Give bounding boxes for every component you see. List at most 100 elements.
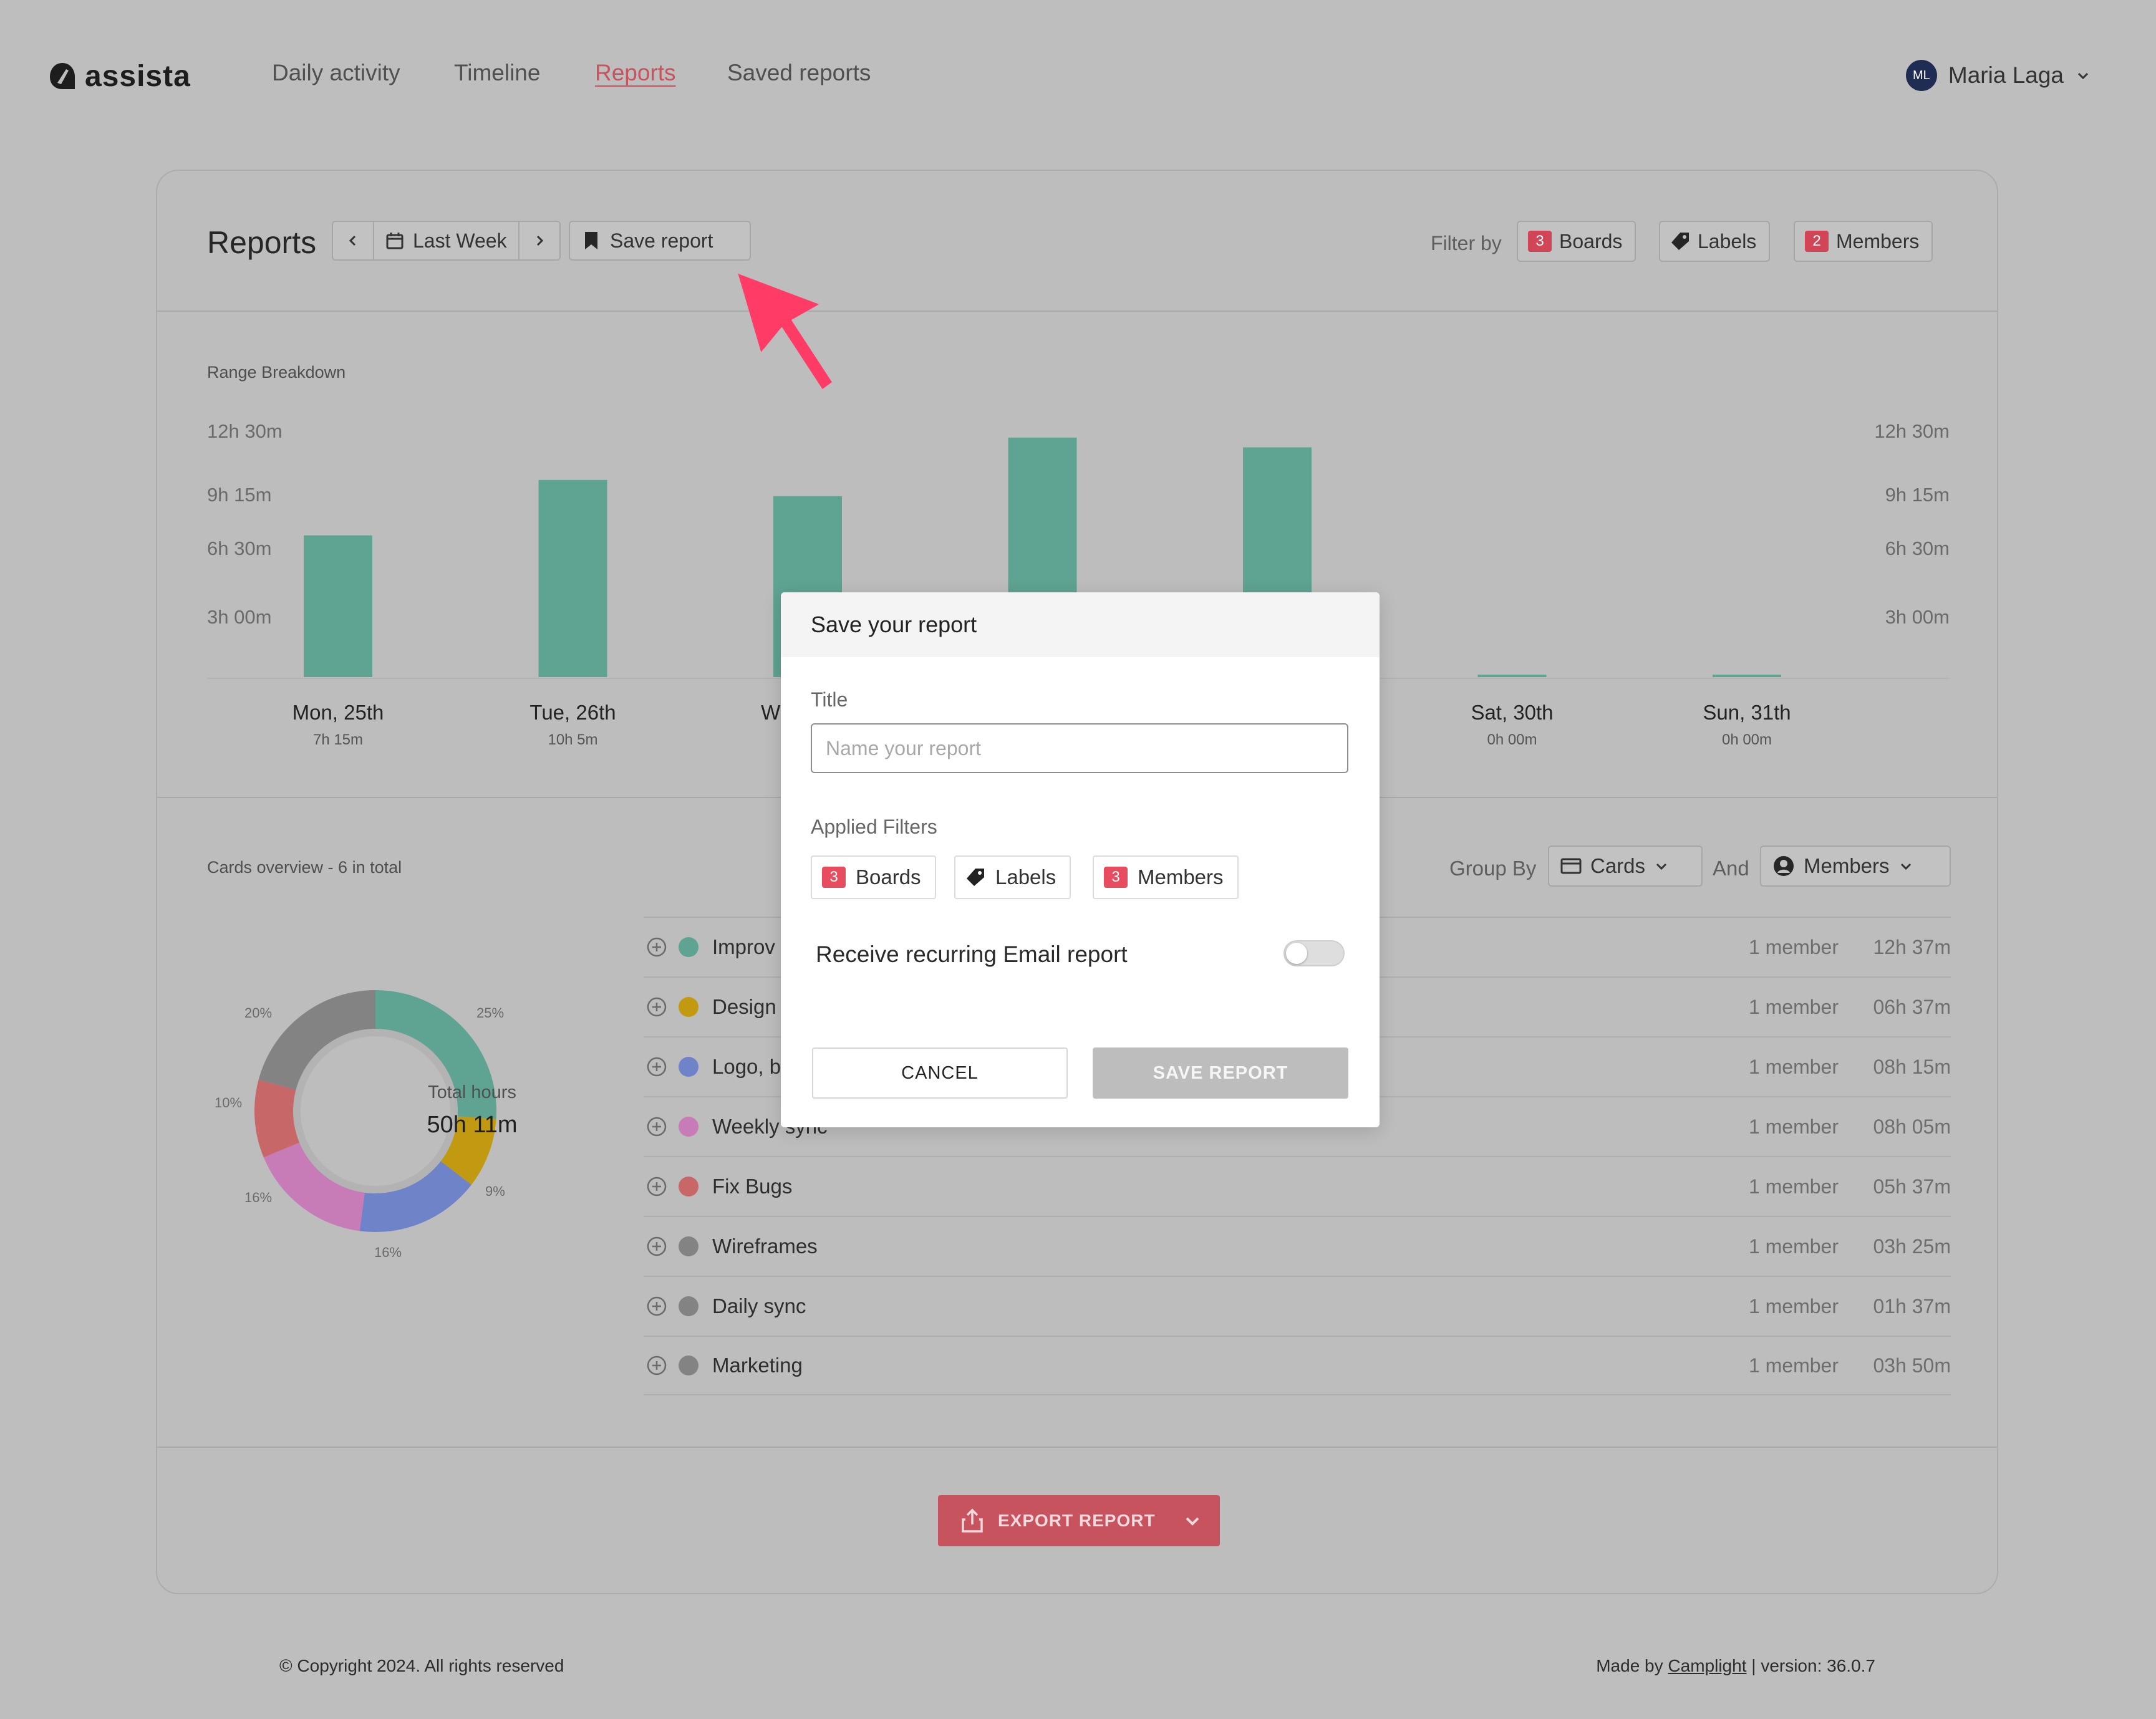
plus-circle-icon[interactable] bbox=[646, 937, 667, 958]
card-color-dot bbox=[679, 1355, 699, 1375]
applied-filter-boards: 3 Boards bbox=[811, 855, 936, 899]
nav-saved-reports[interactable]: Saved reports bbox=[727, 60, 871, 86]
footer-credits: Made by Camplight | version: 36.0.7 bbox=[1596, 1656, 1875, 1676]
copyright: © Copyright 2024. All rights reserved bbox=[279, 1656, 564, 1675]
and-dropdown[interactable]: Members bbox=[1760, 845, 1951, 887]
card-members: 1 member bbox=[1748, 1294, 1839, 1317]
card-color-dot bbox=[679, 997, 699, 1017]
nav-daily-activity[interactable]: Daily activity bbox=[272, 60, 400, 86]
export-options-toggle[interactable] bbox=[1165, 1495, 1220, 1546]
bar-5[interactable] bbox=[1477, 675, 1547, 677]
card-color-dot bbox=[679, 937, 699, 957]
donut-center: Total hours 50h 11m bbox=[383, 1082, 561, 1139]
cancel-button[interactable]: CANCEL bbox=[812, 1047, 1068, 1099]
total-hours-label: Total hours bbox=[428, 1082, 516, 1102]
plus-circle-icon[interactable] bbox=[646, 1116, 667, 1137]
camplight-link[interactable]: Camplight bbox=[1668, 1656, 1746, 1675]
x-tick-label: Sun, 31th bbox=[1703, 701, 1791, 724]
y-tick-label-right: 3h 00m bbox=[1885, 606, 1950, 628]
table-row[interactable]: Marketing 1 member 03h 50m bbox=[644, 1336, 1951, 1395]
toggle-knob bbox=[1286, 943, 1307, 964]
chevron-down-icon bbox=[1656, 863, 1667, 870]
export-divider bbox=[157, 1447, 1997, 1448]
group-by-label: Group By bbox=[1449, 857, 1537, 880]
card-time: 06h 37m bbox=[1873, 995, 1951, 1018]
group-by-dropdown[interactable]: Cards bbox=[1548, 845, 1703, 887]
card-time: 12h 37m bbox=[1873, 935, 1951, 958]
nav-reports[interactable]: Reports bbox=[595, 60, 676, 86]
chip-label: Labels bbox=[995, 865, 1056, 888]
export-main[interactable]: EXPORT REPORT bbox=[938, 1508, 1165, 1533]
card-name: Marketing bbox=[712, 1354, 803, 1377]
save-report-modal: Save your report Title Applied Filters 3… bbox=[781, 592, 1380, 1127]
user-menu[interactable]: ML Maria Laga bbox=[1905, 60, 2091, 91]
card-color-dot bbox=[679, 1057, 699, 1077]
card-name: Design bbox=[712, 995, 776, 1018]
and-label: And bbox=[1713, 857, 1749, 880]
recurring-email-toggle[interactable] bbox=[1283, 940, 1345, 966]
plus-circle-icon[interactable] bbox=[646, 1296, 667, 1317]
recurring-email-label: Receive recurring Email report bbox=[816, 941, 1128, 967]
nav-timeline[interactable]: Timeline bbox=[454, 60, 540, 86]
bar-6[interactable] bbox=[1713, 675, 1781, 677]
plus-circle-icon[interactable] bbox=[646, 1355, 667, 1376]
and-value: Members bbox=[1804, 854, 1890, 877]
export-report-button[interactable]: EXPORT REPORT bbox=[938, 1495, 1220, 1546]
members-count-badge: 3 bbox=[1104, 867, 1128, 888]
boards-count-badge: 3 bbox=[822, 867, 846, 888]
applied-filter-members: 3 Members bbox=[1093, 855, 1239, 899]
card-color-dot bbox=[679, 1296, 699, 1316]
modal-title: Save your report bbox=[781, 592, 1380, 657]
top-nav: assista Daily activity Timeline Reports … bbox=[0, 0, 2156, 153]
person-icon bbox=[1774, 856, 1794, 876]
card-members: 1 member bbox=[1748, 935, 1839, 958]
plus-circle-icon[interactable] bbox=[646, 1056, 667, 1077]
chip-label: Boards bbox=[856, 865, 921, 888]
chevron-down-icon bbox=[1186, 1517, 1199, 1526]
export-label: EXPORT REPORT bbox=[998, 1511, 1156, 1530]
card-time: 01h 37m bbox=[1873, 1294, 1951, 1317]
user-name: Maria Laga bbox=[1948, 62, 2064, 88]
tag-icon bbox=[967, 869, 984, 886]
donut-pct-label: 9% bbox=[485, 1183, 505, 1199]
save-report-submit-button[interactable]: SAVE REPORT bbox=[1093, 1047, 1348, 1099]
brand-name: assista bbox=[85, 59, 191, 93]
table-row[interactable]: Wireframes 1 member 03h 25m bbox=[644, 1216, 1951, 1276]
donut-pct-label: 16% bbox=[374, 1245, 402, 1260]
bar-duration-label: 0h 00m bbox=[1487, 731, 1537, 748]
card-color-dot bbox=[679, 1117, 699, 1137]
pointer-arrow bbox=[738, 273, 832, 389]
total-hours-value: 50h 11m bbox=[427, 1112, 518, 1138]
applied-filters-label: Applied Filters bbox=[811, 816, 937, 838]
plus-circle-icon[interactable] bbox=[646, 1236, 667, 1257]
card-members: 1 member bbox=[1748, 995, 1839, 1018]
donut-pct-label: 25% bbox=[476, 1005, 505, 1021]
card-name: Daily sync bbox=[712, 1294, 806, 1317]
card-name: Improv bbox=[712, 935, 775, 958]
plus-circle-icon[interactable] bbox=[646, 1176, 667, 1197]
table-row[interactable]: Fix Bugs 1 member 05h 37m bbox=[644, 1156, 1951, 1216]
made-by-label: Made by bbox=[1596, 1656, 1663, 1675]
applied-filter-labels: Labels bbox=[954, 855, 1071, 899]
card-color-dot bbox=[679, 1177, 699, 1197]
card-time: 03h 50m bbox=[1873, 1354, 1951, 1377]
chip-label: Members bbox=[1138, 865, 1224, 888]
chevron-down-icon bbox=[2077, 72, 2089, 80]
card-time: 08h 05m bbox=[1873, 1115, 1951, 1138]
card-name: Logo, b bbox=[712, 1055, 781, 1078]
card-time: 08h 15m bbox=[1873, 1055, 1951, 1078]
card-name: Wireframes bbox=[712, 1235, 818, 1258]
plus-circle-icon[interactable] bbox=[646, 996, 667, 1018]
card-icon bbox=[1560, 858, 1582, 874]
y-tick-label-right: 12h 30m bbox=[1874, 420, 1950, 442]
card-time: 03h 25m bbox=[1873, 1235, 1951, 1258]
logo[interactable]: assista bbox=[49, 56, 191, 96]
assista-logo-icon bbox=[50, 63, 75, 89]
report-title-input[interactable] bbox=[811, 723, 1348, 773]
card-time: 05h 37m bbox=[1873, 1175, 1951, 1198]
chevron-down-icon bbox=[1900, 863, 1911, 870]
version-label: | version: 36.0.7 bbox=[1751, 1656, 1875, 1675]
table-row[interactable]: Daily sync 1 member 01h 37m bbox=[644, 1276, 1951, 1336]
group-by-value: Cards bbox=[1590, 854, 1646, 877]
card-members: 1 member bbox=[1748, 1055, 1839, 1078]
